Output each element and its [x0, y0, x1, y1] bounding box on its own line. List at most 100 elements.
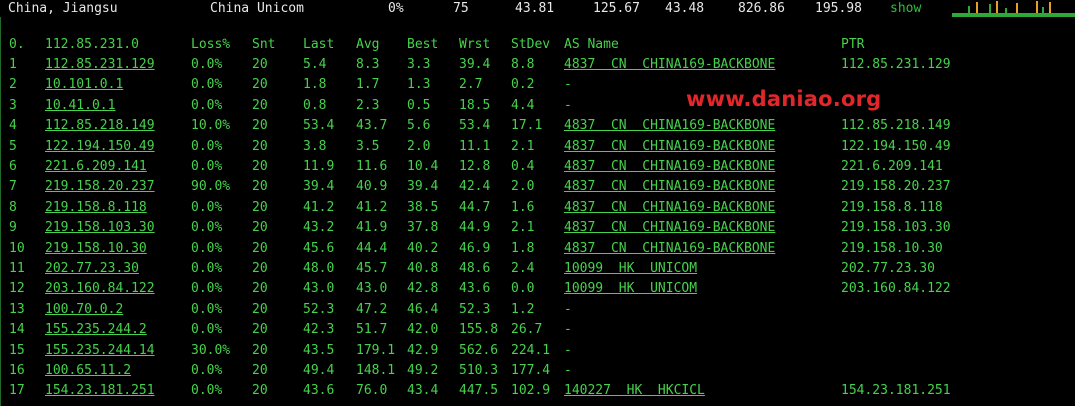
- col-last: Last: [303, 37, 335, 52]
- table-row: 15 155.235.244.14 30.0% 20 43.5 179.1 42.9 562.…: [1, 341, 1075, 361]
- hop-number: 13: [9, 301, 25, 317]
- hop-host[interactable]: 112.85.231.129: [45, 55, 155, 75]
- hop-number: 15: [9, 342, 25, 358]
- hop-snt: 20: [252, 363, 268, 378]
- hop-host[interactable]: 10.101.0.1: [45, 75, 123, 95]
- show-link[interactable]: show: [890, 0, 921, 17]
- hop-last: 45.6: [303, 240, 335, 256]
- hop-avg: 45.7: [356, 261, 388, 276]
- hop-host[interactable]: 219.158.103.30: [45, 218, 155, 238]
- hop-last: 1.8: [303, 77, 327, 93]
- table-row: 14 155.235.244.2 0.0% 20 42.3 51.7 42.0 155.8 26…: [1, 320, 1075, 340]
- hop-stdev: 2.0: [511, 179, 535, 195]
- hop-snt: 20: [252, 77, 268, 93]
- hop-host[interactable]: 122.194.150.49: [45, 137, 155, 157]
- hop-wrst: 2.7: [459, 77, 483, 93]
- hop-last: 49.4: [303, 363, 335, 378]
- hop-number: 9: [9, 220, 17, 236]
- hop-best: 40.8: [407, 261, 439, 276]
- hop-as-name[interactable]: 4837 CN CHINA169-BACKBONE: [564, 198, 775, 218]
- hop-host[interactable]: 10.41.0.1: [45, 96, 115, 116]
- hop-host[interactable]: 100.70.0.2: [45, 300, 123, 320]
- hop-snt: 20: [252, 57, 268, 72]
- hop-last: 53.4: [303, 118, 335, 134]
- hop-wrst: 53.4: [459, 118, 491, 134]
- hop-stdev: 0.4: [511, 159, 535, 174]
- hop-wrst: 562.6: [459, 342, 499, 358]
- watermark: www.daniao.org: [686, 87, 882, 111]
- hop-host[interactable]: 219.158.10.30: [45, 239, 147, 259]
- col-ptr: PTR: [841, 37, 865, 52]
- hop-stdev: 0.2: [511, 77, 535, 93]
- table-row: 8 219.158.8.118 0.0% 20 41.2 41.2 38.5 44.7 1.6 4…: [1, 198, 1075, 218]
- hop-as-name[interactable]: 10099 HK UNICOM: [564, 259, 697, 279]
- hop-stdev: 177.4: [511, 363, 551, 378]
- hop-last: 11.9: [303, 159, 335, 174]
- latency-sparkline: [952, 0, 1075, 17]
- hop-host[interactable]: 221.6.209.141: [45, 157, 147, 177]
- hop-host[interactable]: 154.23.181.251: [45, 381, 155, 401]
- hop-best: 5.6: [407, 118, 431, 134]
- hop-number: 1: [9, 57, 17, 72]
- hop-as-name[interactable]: 4837 CN CHINA169-BACKBONE: [564, 137, 775, 157]
- hop-loss: 0.0%: [191, 261, 223, 276]
- col-num: 0.: [9, 37, 25, 52]
- hop-best: 1.3: [407, 77, 431, 93]
- hop-loss: 0.0%: [191, 220, 223, 236]
- hop-wrst: 48.6: [459, 261, 491, 276]
- hop-wrst: 12.8: [459, 159, 491, 174]
- hop-avg: 148.1: [356, 363, 396, 378]
- hop-number: 17: [9, 383, 25, 399]
- hop-as-name[interactable]: 4837 CN CHINA169-BACKBONE: [564, 177, 775, 197]
- hop-ptr: 219.158.20.237: [841, 179, 951, 195]
- summary-best: 43.48: [665, 1, 705, 16]
- hop-best: 42.8: [407, 281, 439, 297]
- summary-wrst: 826.86: [738, 1, 785, 16]
- hop-last: 43.5: [303, 342, 335, 358]
- hop-loss: 0.0%: [191, 199, 223, 215]
- hop-loss: 0.0%: [191, 363, 223, 378]
- hop-as-name[interactable]: 4837 CN CHINA169-BACKBONE: [564, 116, 775, 136]
- hop-host[interactable]: 203.160.84.122: [45, 279, 155, 299]
- hop-as-name: -: [564, 342, 572, 358]
- summary-avg: 125.67: [593, 1, 640, 16]
- hop-as-name[interactable]: 4837 CN CHINA169-BACKBONE: [564, 239, 775, 259]
- table-row: 9 219.158.103.30 0.0% 20 43.2 41.9 37.8 44.9 2.1…: [1, 218, 1075, 238]
- col-snt: Snt: [252, 37, 276, 52]
- hop-ptr: 202.77.23.30: [841, 261, 935, 276]
- hop-wrst: 11.1: [459, 138, 491, 154]
- hop-wrst: 52.3: [459, 301, 491, 317]
- hop-last: 41.2: [303, 199, 335, 215]
- hop-last: 52.3: [303, 301, 335, 317]
- hop-loss: 0.0%: [191, 240, 223, 256]
- hop-avg: 40.9: [356, 179, 388, 195]
- hop-snt: 20: [252, 179, 268, 195]
- hop-snt: 20: [252, 240, 268, 256]
- summary-stdev: 195.98: [815, 1, 862, 16]
- hop-ptr: 221.6.209.141: [841, 159, 943, 174]
- hop-wrst: 510.3: [459, 363, 499, 378]
- hop-host[interactable]: 219.158.20.237: [45, 177, 155, 197]
- col-as-name: AS Name: [564, 37, 619, 52]
- table-row: 16 100.65.11.2 0.0% 20 49.4 148.1 49.2 510.3 177…: [1, 361, 1075, 381]
- hop-host[interactable]: 100.65.11.2: [45, 361, 131, 381]
- hop-ptr: 219.158.10.30: [841, 240, 943, 256]
- hop-host[interactable]: 202.77.23.30: [45, 259, 139, 279]
- hop-as-name[interactable]: 10099 HK UNICOM: [564, 279, 697, 299]
- hop-snt: 20: [252, 199, 268, 215]
- hop-as-name[interactable]: 140227 HK HKCICL: [564, 381, 705, 401]
- hop-stdev: 8.8: [511, 57, 535, 72]
- hop-host[interactable]: 219.158.8.118: [45, 198, 147, 218]
- hop-host[interactable]: 112.85.218.149: [45, 116, 155, 136]
- hop-host[interactable]: 155.235.244.14: [45, 341, 155, 361]
- table-row: 7 219.158.20.237 90.0% 20 39.4 40.9 39.4 42.4 2.…: [1, 177, 1075, 197]
- hop-wrst: 447.5: [459, 383, 499, 399]
- hop-as-name[interactable]: 4837 CN CHINA169-BACKBONE: [564, 55, 775, 75]
- table-row: 5 122.194.150.49 0.0% 20 3.8 3.5 2.0 11.1 2.1 483…: [1, 137, 1075, 157]
- hop-ptr: 122.194.150.49: [841, 138, 951, 154]
- hop-as-name[interactable]: 4837 CN CHINA169-BACKBONE: [564, 218, 775, 238]
- hop-as-name[interactable]: 4837 CN CHINA169-BACKBONE: [564, 157, 775, 177]
- hop-number: 16: [9, 363, 25, 378]
- hop-host[interactable]: 155.235.244.2: [45, 320, 147, 340]
- hop-stdev: 17.1: [511, 118, 543, 134]
